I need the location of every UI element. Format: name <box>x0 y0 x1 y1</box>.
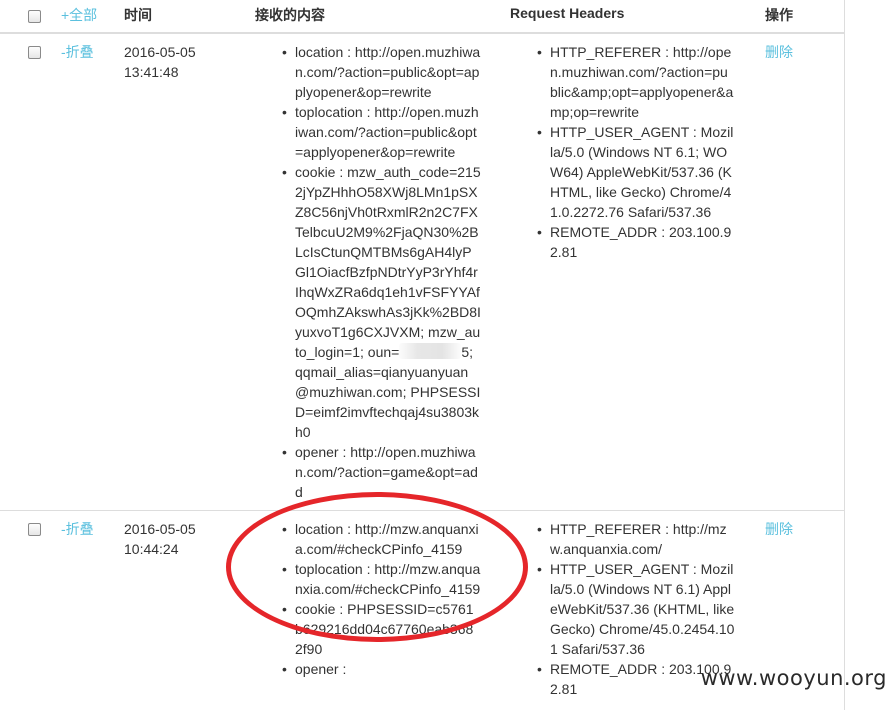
watermark: www.wooyun.org <box>700 666 887 690</box>
collapse-link[interactable]: -折叠 <box>61 519 94 539</box>
received-content-list: location : http://open.muzhiwan.com/?act… <box>280 42 481 502</box>
header-item-referer: HTTP_REFERER : http://mzw.anquanxia.com/ <box>535 519 735 559</box>
content-item-opener: opener : <box>280 659 481 679</box>
redacted-blur <box>399 343 462 359</box>
timestamp: 2016-05-05 13:41:48 <box>124 42 196 82</box>
table-row: -折叠 2016-05-05 13:41:48 location : http:… <box>0 33 844 509</box>
timestamp-time: 13:41:48 <box>124 64 179 80</box>
timestamp-time: 10:44:24 <box>124 541 179 557</box>
timestamp: 2016-05-05 10:44:24 <box>124 519 196 559</box>
red-annotation-circle <box>226 492 528 642</box>
content-item-cookie: cookie : mzw_auth_code=2152jYpZHhhO58XWj… <box>280 162 481 442</box>
table-header: +全部 时间 接收的内容 Request Headers 操作 <box>0 0 844 34</box>
header-item-user-agent: HTTP_USER_AGENT : Mozilla/5.0 (Windows N… <box>535 122 735 222</box>
row-checkbox[interactable] <box>28 46 41 59</box>
column-header-request-headers: Request Headers <box>510 5 625 21</box>
content-item-location: location : http://open.muzhiwan.com/?act… <box>280 42 481 102</box>
content-item-toplocation: toplocation : http://open.muzhiwan.com/?… <box>280 102 481 162</box>
column-header-time: 时间 <box>124 7 152 23</box>
timestamp-date: 2016-05-05 <box>124 44 196 60</box>
select-all-link[interactable]: +全部 <box>61 5 97 25</box>
column-header-action: 操作 <box>765 7 793 23</box>
header-item-user-agent: HTTP_USER_AGENT : Mozilla/5.0 (Windows N… <box>535 559 735 659</box>
column-header-content: 接收的内容 <box>255 7 325 23</box>
timestamp-date: 2016-05-05 <box>124 521 196 537</box>
row-checkbox[interactable] <box>28 523 41 536</box>
delete-link[interactable]: 删除 <box>765 519 793 539</box>
request-headers-list: HTTP_REFERER : http://open.muzhiwan.com/… <box>535 42 735 262</box>
header-item-referer: HTTP_REFERER : http://open.muzhiwan.com/… <box>535 42 735 122</box>
header-item-remote-addr: REMOTE_ADDR : 203.100.92.81 <box>535 222 735 262</box>
delete-link[interactable]: 删除 <box>765 42 793 62</box>
cookie-text-part1: cookie : mzw_auth_code=2152jYpZHhhO58XWj… <box>295 164 481 360</box>
collapse-link[interactable]: -折叠 <box>61 42 94 62</box>
select-all-checkbox[interactable] <box>28 10 41 23</box>
